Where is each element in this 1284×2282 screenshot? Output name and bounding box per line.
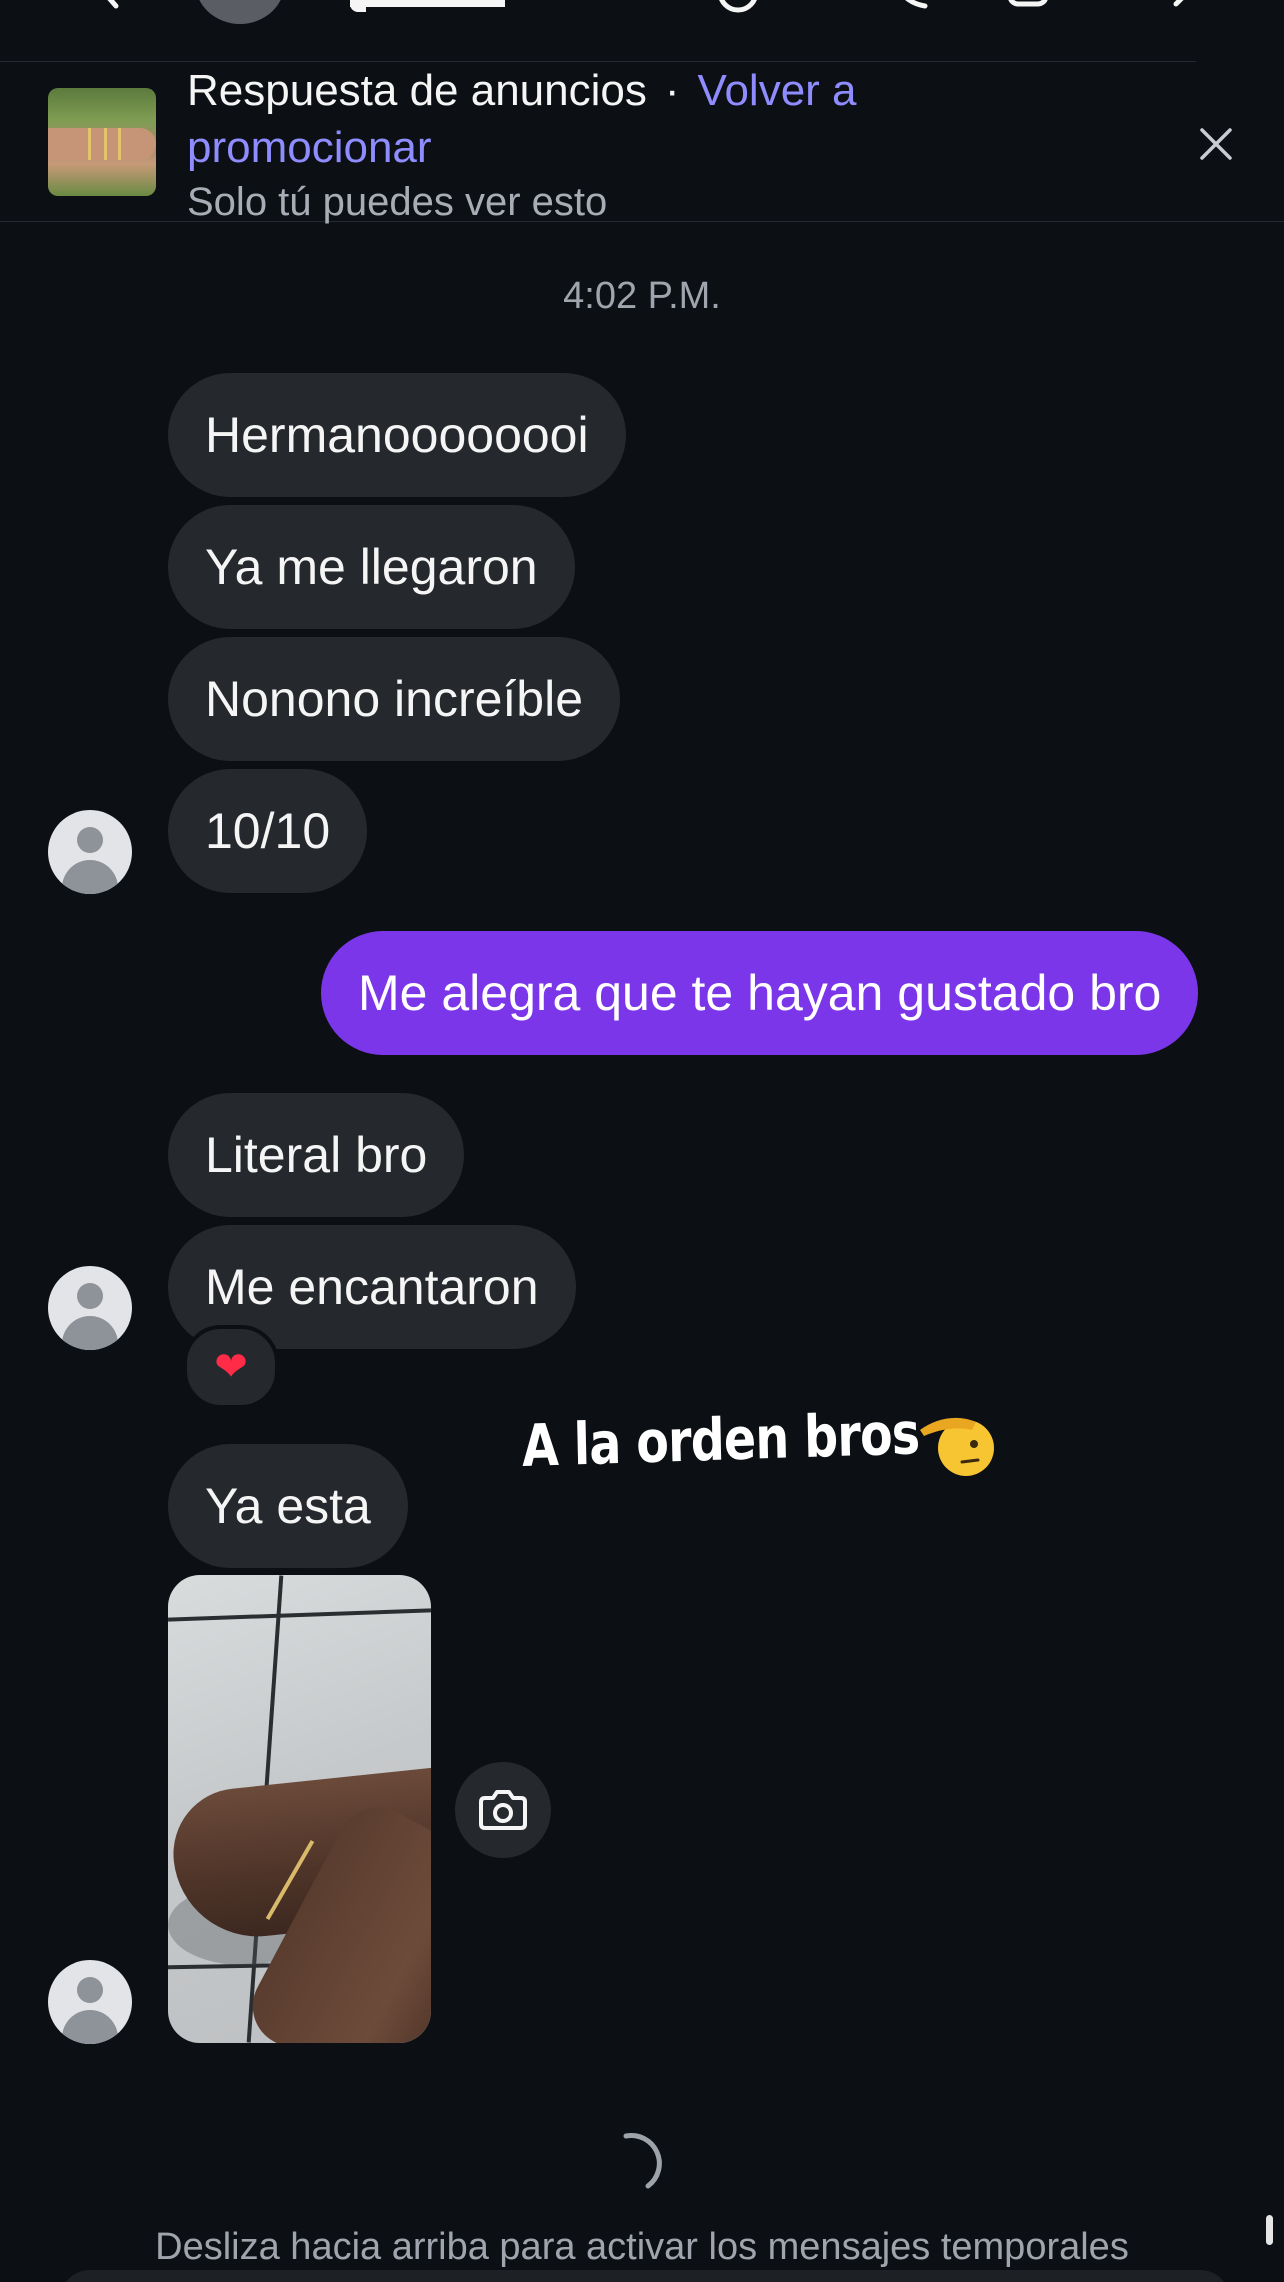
contact-avatar[interactable] — [195, 0, 285, 24]
video-call-icon[interactable] — [885, 0, 929, 14]
incoming-message[interactable]: Literal bro — [168, 1093, 465, 1217]
thumbnail-bracelet — [104, 128, 107, 160]
sender-avatar[interactable] — [48, 1960, 132, 2044]
photo-message[interactable] — [168, 1575, 431, 2043]
banner-separator: · — [664, 66, 680, 115]
avatar-head — [77, 827, 103, 853]
vanish-mode-hint: Desliza hacia arriba para activar los me… — [155, 2226, 1129, 2268]
avatar-body — [62, 860, 118, 894]
banner-subtitle: Solo tú puedes ver esto — [187, 180, 608, 224]
saluting-face-emoji — [920, 1417, 994, 1476]
ad-thumbnail[interactable] — [48, 88, 156, 196]
camera-button[interactable] — [455, 1762, 551, 1858]
outgoing-message[interactable]: Me alegra que te hayan gustado bro — [321, 931, 1199, 1055]
message-composer[interactable] — [60, 2270, 1230, 2282]
incoming-message[interactable]: Ya me llegaron — [168, 505, 575, 629]
avatar-body — [62, 2010, 118, 2044]
thumbnail-arm — [48, 128, 156, 160]
banner-link-line-2: promocionar — [187, 119, 967, 176]
loading-spinner-icon — [623, 2133, 662, 2189]
incoming-message[interactable]: Ya esta — [168, 1444, 408, 1568]
sender-avatar[interactable] — [48, 810, 132, 894]
scroll-indicator — [1266, 2215, 1273, 2245]
message-timestamp: 4:02 P.M. — [563, 275, 721, 317]
tag-icon[interactable] — [1170, 0, 1214, 14]
heart-reaction[interactable]: ❤ — [183, 1325, 279, 1409]
sticker-text: A la orden bros — [521, 1399, 920, 1480]
banner-title: Respuesta de anuncios — [187, 66, 647, 115]
ad-response-banner: Respuesta de anuncios · Volver a promocion… — [0, 62, 1284, 224]
chat-header — [0, 0, 1284, 60]
incoming-message[interactable]: Nonono increíble — [168, 637, 621, 761]
promote-again-link[interactable]: Volver a — [698, 66, 857, 115]
close-icon[interactable] — [1196, 124, 1236, 164]
tile-grout — [168, 1608, 431, 1622]
avatar-body — [62, 1316, 118, 1350]
flag-icon[interactable] — [1006, 0, 1050, 14]
banner-title-line: Respuesta de anuncios · Volver a — [187, 62, 967, 119]
chat-screen: Respuesta de anuncios · Volver a promocion… — [0, 0, 1284, 2282]
sender-avatar[interactable] — [48, 1266, 132, 1350]
avatar-head — [77, 1977, 103, 2003]
audio-call-icon[interactable] — [716, 0, 760, 14]
promote-again-link-cont[interactable]: promocionar — [187, 123, 432, 172]
thumbnail-bracelet — [88, 128, 91, 160]
incoming-message[interactable]: Hermanoooooooi — [168, 373, 626, 497]
camera-icon — [479, 1790, 527, 1830]
avatar-head — [77, 1283, 103, 1309]
back-arrow-icon[interactable] — [90, 0, 130, 10]
contact-name-underline — [350, 0, 505, 7]
incoming-message[interactable]: 10/10 — [168, 769, 368, 893]
thumbnail-bracelet — [118, 128, 121, 160]
